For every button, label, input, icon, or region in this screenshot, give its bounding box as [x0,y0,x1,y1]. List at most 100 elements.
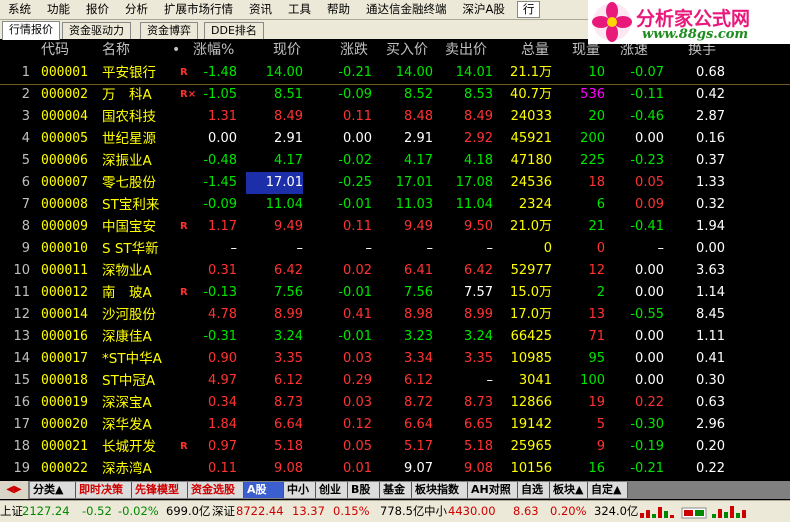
col-code[interactable]: 代码 [41,40,69,60]
table-row[interactable]: 17 000020 深华发A 1.84 6.64 0.12 6.64 6.65 19142 5 -0… [0,414,790,436]
table-row[interactable]: 18 000021 长城开发 R 0.97 5.18 0.05 5.17 5.18 25965 9-… [0,436,790,458]
menu-item-7[interactable]: 帮助 [319,0,358,19]
table-row[interactable]: 14 000017 *ST中华A 0.90 3.35 0.03 3.34 3.35 10985 9… [0,348,790,370]
tab-fund-drive[interactable]: 资金驱动力 [62,22,131,39]
menu-item-4[interactable]: 扩展市场行情 [156,0,241,19]
stock-code: 000022 [41,461,88,476]
row-number: 11 [13,285,30,300]
tab-dde-rank[interactable]: DDE排名 [204,22,264,39]
table-row[interactable]: 11 000012 南 玻A R -0.13 7.56 -0.01 7.56 7.57 15.0万… [0,282,790,304]
cell-bid: 8.98 [404,307,433,322]
table-row[interactable]: 16 000019 深深宝A 0.34 8.73 0.03 8.72 8.73 12866 19 0… [0,392,790,414]
table-row[interactable]: 19 000022 深赤湾A 0.11 9.08 0.01 9.07 9.08 10156 16 -… [0,458,790,480]
menu-item-9[interactable]: 深沪A股 [455,0,513,19]
col-volume[interactable]: 总量 [521,40,549,60]
tab-fund-game[interactable]: 资金博弈 [140,22,198,39]
row-number: 13 [13,329,30,344]
cell-price: 3.35 [274,351,303,366]
cell-cur: 200 [580,131,605,146]
bottom-tab-6[interactable]: 创业 [316,482,348,498]
cell-price: 8.99 [274,307,303,322]
table-row[interactable]: 13 000016 深康佳A -0.31 3.24 -0.01 3.23 3.24 66425 7… [0,326,790,348]
cell-ask: 11.04 [455,197,493,212]
table-row[interactable]: 2 000002 万 科A R× -1.05 8.51 -0.09 8.52 8.53 40.7万… [0,84,790,106]
cell-pct: -1.48 [203,65,237,80]
stock-code: 000020 [41,417,88,432]
stock-name: 深康佳A [102,329,152,345]
table-row[interactable]: 4 000005 世纪星源 0.00 2.91 0.00 2.91 2.92 45921 200 0… [0,128,790,150]
menu-item-6[interactable]: 工具 [280,0,319,19]
cell-chg: 0.05 [343,439,372,454]
cell-pct: -0.13 [203,285,237,300]
cell-bid: 14.00 [395,65,433,80]
menu-item-5[interactable]: 资讯 [241,0,280,19]
menu-item-1[interactable]: 功能 [39,0,78,19]
bottom-tab-7[interactable]: B股 [348,482,380,498]
bottom-tab-10[interactable]: AH对照 [468,482,518,498]
bottom-tab-4[interactable]: A股 [244,482,284,498]
col-bid[interactable]: 买入价 [386,40,428,60]
cell-cur: 71 [588,329,605,344]
table-row[interactable]: 15 000018 ST中冠A 4.97 6.12 0.29 6.12 – 3041 100 0.0… [0,370,790,392]
cell-bid: 3.23 [404,329,433,344]
cell-speed: -0.55 [630,307,664,322]
col-price[interactable]: 现价 [273,40,301,60]
bottom-tab-0[interactable]: 分类▲ [30,482,76,498]
bottom-tab-9[interactable]: 板块指数 [412,482,468,498]
bottom-tab-13[interactable]: 自定▲ [588,482,628,498]
bottom-tab-2[interactable]: 先锋模型 [132,482,188,498]
bottom-tab-12[interactable]: 板块▲ [550,482,588,498]
cell-vol: 0 [543,241,552,256]
cell-price: 17.01 [246,172,303,194]
col-change[interactable]: 涨跌 [340,40,368,60]
cell-bid: 3.34 [404,351,433,366]
col-change-pct[interactable]: 涨幅% [193,40,234,60]
table-row[interactable]: 10 000011 深物业A 0.31 6.42 0.02 6.41 6.42 52977 12 0… [0,260,790,282]
bottom-tab-1[interactable]: 即时决策 [76,482,132,498]
bottom-tab-5[interactable]: 中小 [284,482,316,498]
cell-cur: 19 [588,395,605,410]
row-number: 6 [21,175,30,190]
table-row[interactable]: 3 000004 国农科技 1.31 8.49 0.11 8.48 8.49 24033 20 -0… [0,106,790,128]
cell-cur: 12 [588,263,605,278]
cell-ask: 3.24 [464,329,493,344]
cell-chg: 0.12 [343,417,372,432]
cell-bid: 6.41 [404,263,433,278]
stock-name: 平安银行 [102,65,156,81]
cell-bid: 2.91 [404,131,433,146]
cell-ask: 9.08 [464,461,493,476]
table-row[interactable]: 1 000001 平安银行 R -1.48 14.00 -0.21 14.00 14.01 21.… [0,62,790,85]
table-row[interactable]: 9 000010 S ST华新 – – – – – 0 0 – 0.00 [0,238,790,260]
table-row[interactable]: 5 000006 深振业A -0.48 4.17 -0.02 4.17 4.18 47180 22… [0,150,790,172]
cell-vol: 21.1万 [510,65,552,80]
table-row[interactable]: 6 000007 零七股份 -1.45 17.01 -0.25 17.01 17.08 2453… [0,172,790,194]
cell-turn: 0.22 [696,461,725,476]
stock-name: 零七股份 [102,175,156,191]
table-row[interactable]: 7 000008 ST宝利来 -0.09 11.04 -0.01 11.03 11.04 232… [0,194,790,216]
cell-chg: 0.11 [343,109,372,124]
menu-item-0[interactable]: 系统 [0,0,39,19]
zx-index-amount: 324.0亿 [594,504,639,518]
col-ask[interactable]: 卖出价 [445,40,487,60]
cell-pct: 0.11 [208,461,237,476]
cell-speed: 0.00 [635,351,664,366]
logo-url-text: www.88gs.com [642,27,749,42]
bottom-tab-8[interactable]: 基金 [380,482,412,498]
cell-pct: 0.34 [208,395,237,410]
cell-turn: 3.63 [696,263,725,278]
tab-quotes[interactable]: 行情报价 [2,21,60,40]
col-name[interactable]: 名称 [102,40,130,60]
cell-cur: 0 [596,241,605,256]
menu-item-3[interactable]: 分析 [117,0,156,19]
menu-item-2[interactable]: 报价 [78,0,117,19]
cell-speed: 0.00 [635,329,664,344]
bottom-tab-3[interactable]: 资金选股 [188,482,244,498]
menu-item-8[interactable]: 通达信金融终端 [358,0,455,19]
cell-vol: 21.0万 [510,219,552,234]
menu-item-10[interactable]: 行 [516,1,541,18]
scroll-arrows-icon[interactable]: ◀▶ [0,481,28,499]
table-row[interactable]: 8 000009 中国宝安 R 1.17 9.49 0.11 9.49 9.50 21.0万 21-… [0,216,790,238]
bottom-tab-11[interactable]: 自选 [518,482,550,498]
table-row[interactable]: 12 000014 沙河股份 4.78 8.99 0.41 8.98 8.99 17.0万 13 -… [0,304,790,326]
cell-price: 8.51 [274,87,303,102]
